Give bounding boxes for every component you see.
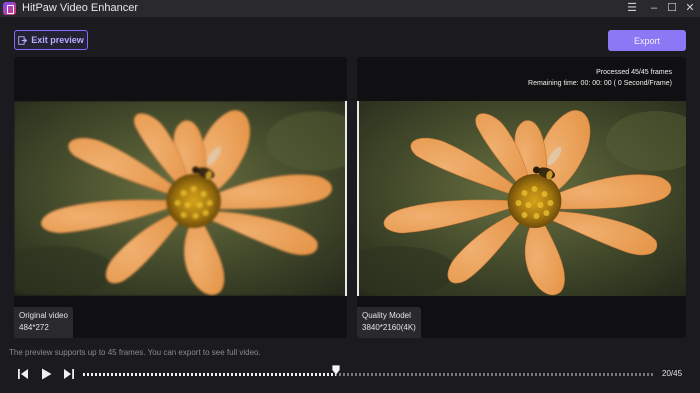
original-video-label: Original video 484*272 [14, 307, 73, 338]
enhanced-flower-image [357, 101, 686, 296]
close-button[interactable]: ✕ [680, 0, 700, 17]
quality-model-resolution: 3840*2160(4K) [362, 323, 416, 332]
app-title: HitPaw Video Enhancer [22, 2, 138, 14]
frame-slider-fill [83, 373, 336, 376]
quality-model-title: Quality Model [362, 311, 411, 320]
play-icon[interactable] [39, 367, 53, 381]
frame-slider-track[interactable] [83, 365, 653, 376]
exit-preview-button[interactable]: Exit preview [14, 30, 88, 50]
enhanced-video-frame [357, 101, 686, 296]
compare-divider-right[interactable] [357, 101, 359, 296]
exit-preview-label: Exit preview [31, 35, 84, 45]
compare-divider-left[interactable] [345, 101, 347, 296]
processed-frames-text: Processed 45/45 frames [596, 69, 672, 76]
original-video-title: Original video [19, 311, 68, 320]
original-video-frame [14, 101, 347, 296]
app-logo-icon [3, 2, 16, 15]
original-flower-image [14, 101, 347, 296]
frame-counter: 20/45 [662, 369, 683, 378]
slider-handle-icon[interactable] [332, 365, 340, 375]
quality-model-label: Quality Model 3840*2160(4K) [357, 307, 421, 338]
next-frame-icon[interactable] [62, 367, 76, 381]
prev-frame-icon[interactable] [16, 367, 30, 381]
original-video-resolution: 484*272 [19, 323, 49, 332]
exit-icon [18, 35, 28, 45]
remaining-time-text: Remaining time: 00: 00: 00 ( 0 Second/Fr… [528, 80, 672, 87]
preview-note: The preview supports up to 45 frames. Yo… [9, 348, 261, 357]
minimize-button[interactable]: – [644, 0, 664, 17]
maximize-button[interactable]: ☐ [662, 0, 682, 17]
export-button[interactable]: Export [608, 30, 686, 51]
title-bar: HitPaw Video Enhancer ☰ – ☐ ✕ [0, 0, 700, 17]
menu-icon[interactable]: ☰ [622, 0, 642, 17]
enhanced-video-panel: Processed 45/45 frames Remaining time: 0… [357, 57, 686, 338]
original-video-panel: Original video 484*272 [14, 57, 347, 338]
player-controls: 20/45 [0, 361, 700, 388]
processing-info: Processed 45/45 frames Remaining time: 0… [528, 67, 672, 89]
